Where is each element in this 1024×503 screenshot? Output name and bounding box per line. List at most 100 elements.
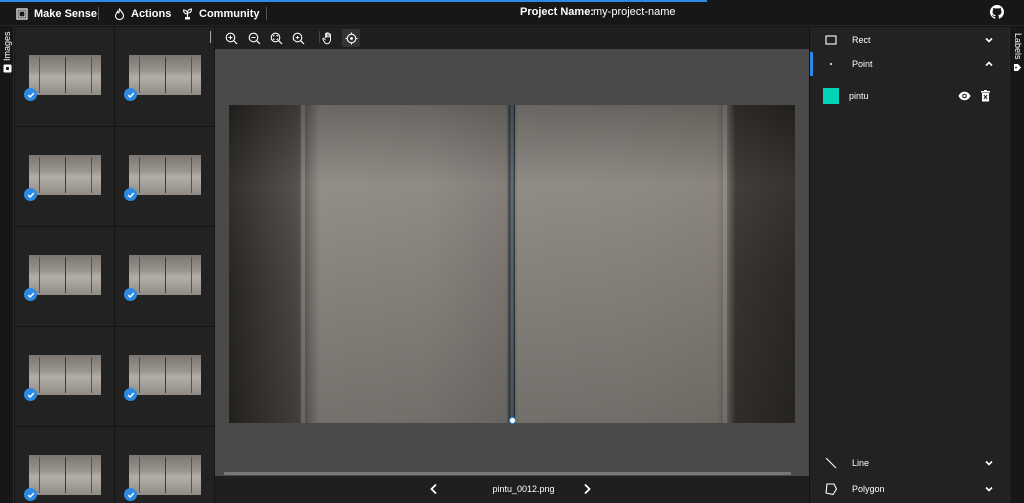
divider: [210, 31, 211, 43]
checkmark-icon: [124, 388, 137, 401]
thumbnail-image: [129, 155, 201, 195]
section-polygon[interactable]: Polygon: [810, 476, 1010, 503]
image-shading: [229, 105, 795, 423]
community-menu[interactable]: Community: [182, 5, 260, 22]
github-link[interactable]: [990, 5, 1004, 24]
zoom-fit-icon: [270, 32, 282, 44]
checkmark-icon: [124, 488, 137, 501]
labels-tab[interactable]: Labels: [1013, 33, 1023, 72]
app-name: Make Sense: [34, 7, 97, 20]
checkmark-icon: [124, 188, 137, 201]
zoom-out-icon: [248, 32, 260, 44]
label-panel: Rect Point pintu Line Polygon: [809, 27, 1009, 503]
app-logo[interactable]: Make Sense: [16, 5, 97, 22]
chevron-right-icon: [584, 483, 591, 495]
label-name[interactable]: pintu: [849, 91, 869, 101]
delete-label-button[interactable]: [980, 89, 991, 107]
crosshair-icon: [345, 32, 357, 44]
next-image-button[interactable]: [581, 482, 593, 500]
image-thumbnail-grid: [15, 27, 215, 503]
zoom-reset-icon: [292, 32, 304, 44]
rect-icon: [825, 35, 837, 45]
image-thumbnail[interactable]: [115, 327, 215, 427]
pan-hand-icon: [321, 32, 331, 45]
line-icon: [825, 457, 837, 469]
make-sense-logo-icon: [16, 7, 28, 20]
editor-toolbar: [210, 27, 809, 49]
thumbnail-image: [129, 255, 201, 295]
previous-image-button[interactable]: [428, 482, 440, 500]
point-tool-button[interactable]: [342, 29, 360, 47]
zoom-in-icon: [225, 32, 237, 44]
divider: [98, 7, 99, 20]
toggle-visibility-button[interactable]: [958, 89, 971, 107]
tag-icon: [1014, 63, 1022, 71]
checkmark-icon: [24, 388, 37, 401]
section-point[interactable]: Point: [810, 51, 1010, 78]
thumbnail-image: [29, 355, 101, 395]
current-filename: pintu_0012.png: [492, 484, 555, 494]
zoom-out-button[interactable]: [245, 29, 263, 47]
zoom-in-button[interactable]: [222, 29, 240, 47]
section-rect[interactable]: Rect: [810, 27, 1010, 54]
zoom-fit-button[interactable]: [267, 29, 285, 47]
image-thumbnail[interactable]: [15, 327, 115, 427]
project-name-label: Project Name:: [520, 6, 594, 18]
eye-icon: [958, 91, 971, 101]
pan-tool-button[interactable]: [319, 29, 337, 47]
image-thumbnail[interactable]: [115, 427, 215, 503]
image-thumbnail[interactable]: [15, 427, 115, 503]
section-line[interactable]: Line: [810, 450, 1010, 477]
images-side-tab[interactable]: Images: [0, 27, 14, 503]
trash-icon: [981, 90, 990, 102]
thumbnail-image: [129, 55, 201, 95]
chevron-down-icon: [985, 460, 993, 466]
editor-canvas[interactable]: [215, 49, 809, 476]
image-thumbnail[interactable]: [15, 27, 115, 127]
active-image[interactable]: [229, 105, 795, 423]
section-line-label: Line: [852, 458, 870, 468]
images-tab-label: Images: [2, 31, 12, 61]
thumbnail-image: [129, 455, 201, 495]
chevron-left-icon: [430, 483, 437, 495]
label-color-swatch[interactable]: [823, 88, 839, 104]
community-label: Community: [199, 7, 260, 20]
checkmark-icon: [24, 288, 37, 301]
thumbnail-image: [29, 55, 101, 95]
chevron-up-icon: [985, 61, 993, 67]
label-row[interactable]: pintu: [810, 84, 1010, 110]
zoom-reset-button[interactable]: [289, 29, 307, 47]
plant-icon: [182, 7, 193, 19]
image-thumbnail[interactable]: [115, 227, 215, 327]
chevron-down-icon: [985, 37, 993, 43]
polygon-icon: [825, 483, 838, 496]
image-navigation-bar: pintu_0012.png: [215, 476, 809, 503]
checkmark-icon: [24, 188, 37, 201]
point-annotation[interactable]: [509, 417, 516, 424]
section-point-label: Point: [852, 59, 873, 69]
thumbnail-image: [129, 355, 201, 395]
images-tab[interactable]: Images: [2, 31, 12, 73]
fire-icon: [114, 7, 125, 20]
section-polygon-label: Polygon: [852, 484, 885, 494]
checkmark-icon: [24, 88, 37, 101]
github-icon: [990, 5, 1004, 19]
checkmark-icon: [124, 88, 137, 101]
labels-tab-label: Labels: [1013, 33, 1023, 60]
image-thumbnail[interactable]: [115, 27, 215, 127]
checkmark-icon: [124, 288, 137, 301]
actions-label: Actions: [131, 7, 172, 20]
thumbnail-image: [29, 255, 101, 295]
image-thumbnail[interactable]: [15, 127, 115, 227]
top-navigation-bar: Make Sense Actions Community Project Nam…: [0, 0, 1024, 26]
horizontal-scrollbar[interactable]: [224, 472, 791, 475]
project-name-input[interactable]: my-project-name: [593, 6, 676, 18]
divider: [266, 7, 267, 20]
labels-side-tab[interactable]: Labels: [1009, 27, 1024, 503]
chevron-down-icon: [985, 486, 993, 492]
image-thumbnail[interactable]: [15, 227, 115, 327]
image-thumbnail[interactable]: [115, 127, 215, 227]
actions-menu[interactable]: Actions: [114, 5, 171, 22]
progress-bar: [0, 0, 707, 2]
checkmark-icon: [24, 488, 37, 501]
